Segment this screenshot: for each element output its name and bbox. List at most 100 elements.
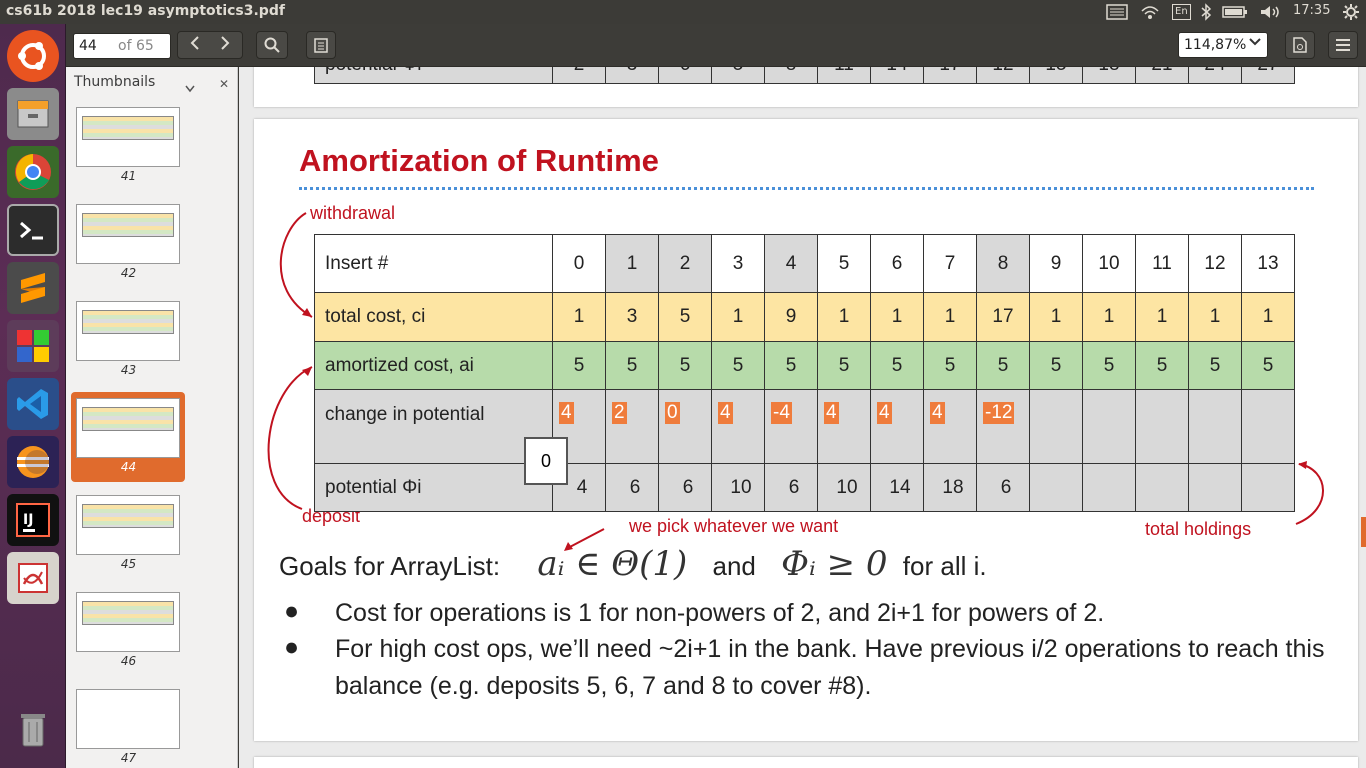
total-cost-cell: 3 [605,292,659,342]
goals-suffix: for all i. [902,551,987,581]
amortized-cost-cell: 5 [1135,341,1189,390]
chevron-down-icon[interactable] [185,78,195,97]
insert-index-cell: 10 [1082,234,1136,293]
close-icon[interactable]: ✕ [219,77,229,91]
previous-potential-cell: 6 [658,67,712,84]
document-properties-button[interactable] [1285,31,1315,59]
thumbnail-label: 47 [120,751,137,765]
goals-math-amortized: aᵢ ∈ Θ(1) [537,544,688,584]
amortized-cost-cell: 5 [817,341,871,390]
change-potential-cell [1029,389,1083,464]
potential-cell [1241,463,1295,512]
change-value-chip: 4 [559,402,574,424]
potential-cell: 6 [976,463,1030,512]
total-cost-cell: 5 [658,292,712,342]
software-center-icon[interactable] [7,320,59,372]
thumbnail-page-44[interactable] [76,398,180,458]
files-icon[interactable] [7,88,59,140]
bullet-1: Cost for operations is 1 for non-powers … [335,599,1105,627]
vscode-icon[interactable] [7,378,59,430]
viewer-toolbar: 44 of 65 114,87% [66,24,1366,67]
insert-index-cell: 11 [1135,234,1189,293]
bluetooth-icon[interactable] [1200,3,1212,21]
amortized-cost-cell: 5 [605,341,659,390]
amortized-cost-cell: 5 [870,341,924,390]
insert-index-cell: 4 [764,234,818,293]
eclipse-icon[interactable] [7,436,59,488]
potential-cell: 18 [923,463,977,512]
top-panel: cs61b 2018 lec19 asymptotics3.pdf En 17:… [0,0,1366,24]
potential-cell: 6 [764,463,818,512]
next-page [254,757,1358,768]
trash-icon[interactable] [7,704,59,756]
page-number-input[interactable]: 44 of 65 [73,33,171,59]
search-button[interactable] [256,31,288,59]
scroll-indicator[interactable] [1361,517,1366,547]
previous-page: potential Φi 23658111417121518212427 [254,67,1358,107]
thumbnail-page-42[interactable] [76,204,180,264]
sublime-text-icon[interactable] [7,262,59,314]
insert-index-cell: 9 [1029,234,1083,293]
change-potential-cell: -4 [764,389,818,464]
total-cost-cell: 1 [1082,292,1136,342]
insert-index-cell: 5 [817,234,871,293]
change-potential-cell: 0 [658,389,712,464]
change-potential-cell: -12 [976,389,1030,464]
amortized-cost-cell: 5 [1029,341,1083,390]
insert-index-cell: 7 [923,234,977,293]
total-cost-cell: 1 [1029,292,1083,342]
sidebar-header[interactable]: Thumbnails [74,74,155,90]
total-cost-cell: 1 [1188,292,1242,342]
previous-potential-cell: 2 [552,67,606,84]
potential-cell: 6 [658,463,712,512]
clock[interactable]: 17:35 [1293,3,1330,21]
keyboard-layout-indicator[interactable]: En [1172,3,1191,21]
total-cost-cell: 1 [552,292,606,342]
change-value-chip: 4 [877,402,892,424]
document-viewer-icon[interactable] [7,552,59,604]
total-cost-cell: 1 [923,292,977,342]
thumbnail-page-45[interactable] [76,495,180,555]
current-page: Amortization of Runtime withdrawal depos… [254,119,1358,741]
page-navigation [177,31,243,59]
wifi-icon[interactable] [1140,3,1160,21]
thumbnails-sidebar: Thumbnails ✕ 41 42 43 44 45 46 47 [66,67,238,768]
potential-cell [1135,463,1189,512]
thumbnail-page-41[interactable] [76,107,180,167]
amortized-cost-cell: 5 [658,341,712,390]
annotations-button[interactable] [306,31,336,59]
previous-page-icon[interactable] [180,36,210,54]
thumbnail-page-46[interactable] [76,592,180,652]
potential-cell [1082,463,1136,512]
total-cost-cell: 1 [1241,292,1295,342]
terminal-icon[interactable] [7,204,59,256]
potential-label: potential Φi [314,67,553,84]
change-potential-cell [1241,389,1295,464]
insert-index-cell: 3 [711,234,765,293]
menu-button[interactable] [1328,31,1358,59]
bullet-dot: ● [284,597,300,625]
insert-index-cell: 0 [552,234,606,293]
thumbnail-page-43[interactable] [76,301,180,361]
document-view[interactable]: potential Φi 23658111417121518212427 Amo… [239,67,1366,768]
settings-gear-icon[interactable] [1342,3,1360,21]
amortized-cost-cell: 5 [552,341,606,390]
thumbnail-page-47[interactable] [76,689,180,749]
intellij-icon[interactable]: IJ [7,494,59,546]
next-page-icon[interactable] [210,36,240,54]
chrome-icon[interactable] [7,146,59,198]
previous-potential-cell: 15 [1029,67,1083,84]
ubuntu-dash-icon[interactable] [7,30,59,82]
amortized-cost-cell: 5 [1188,341,1242,390]
change-potential-cell [1135,389,1189,464]
change-potential-cell: 4 [817,389,871,464]
battery-icon[interactable] [1222,3,1248,21]
total-cost-cell: 1 [711,292,765,342]
change-potential-cell: 4 [923,389,977,464]
volume-icon[interactable] [1259,3,1283,21]
menu-icon[interactable] [1106,3,1128,21]
zoom-select[interactable]: 114,87% [1178,32,1268,58]
insert-index-cell: 13 [1241,234,1295,293]
change-value-chip: 2 [612,402,627,424]
insert-index-cell: 6 [870,234,924,293]
